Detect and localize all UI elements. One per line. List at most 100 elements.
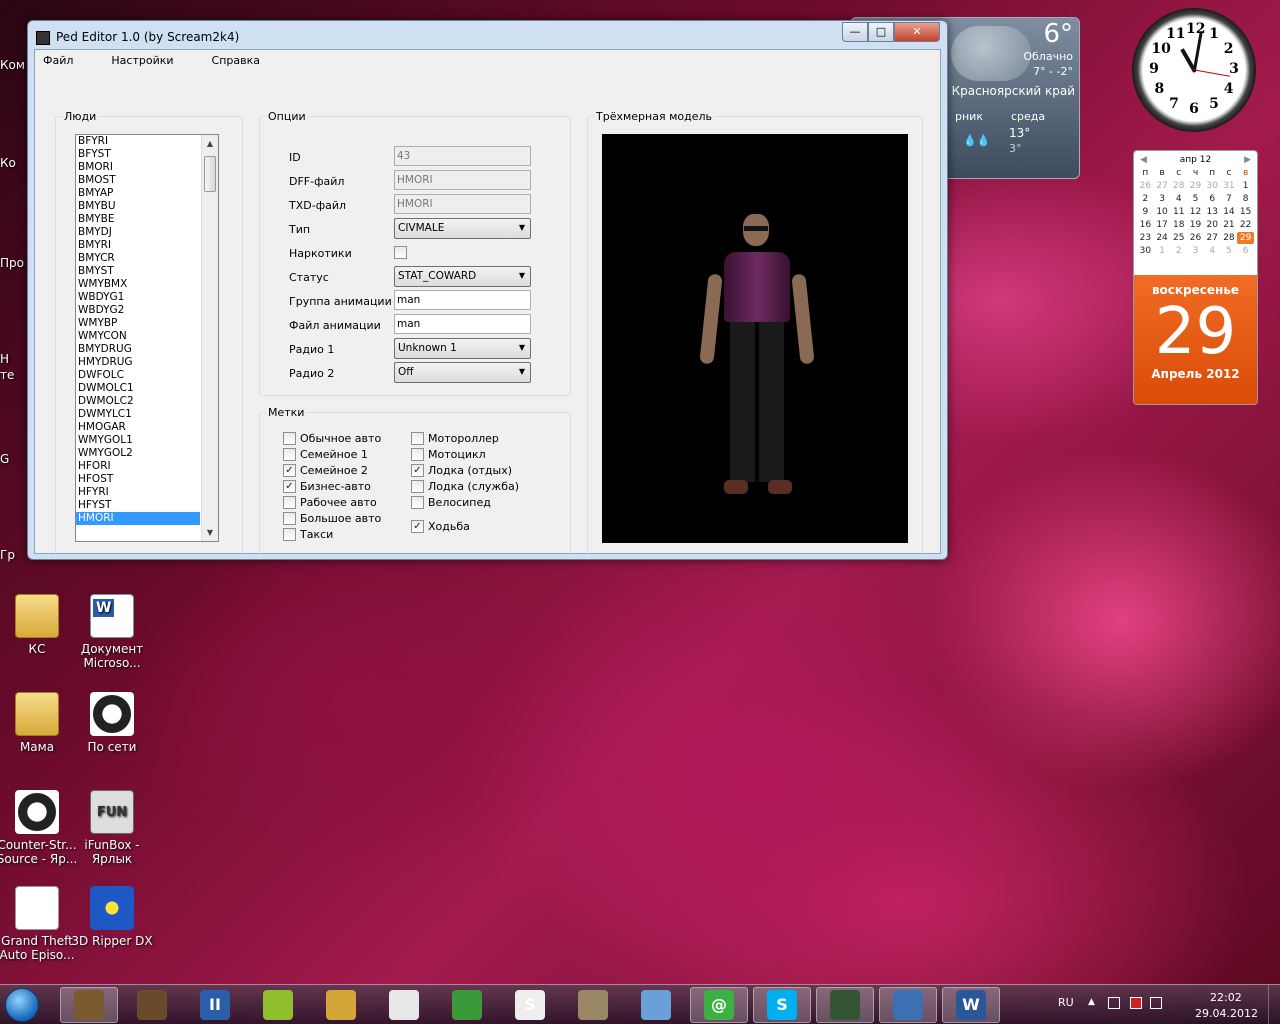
flag-checkbox[interactable]: ✓ Семейное 2 [283,464,368,477]
flag-checkbox[interactable]: Мотороллер [411,432,499,445]
calendar-day-cell[interactable]: 17 [1154,219,1171,231]
desktop-icon[interactable]: КС [0,594,78,656]
people-scrollbar[interactable]: ▲ ▼ [201,135,218,541]
people-list-item[interactable]: WBDYG1 [76,291,200,304]
txd-field[interactable]: HMORI [394,194,531,214]
people-list-item[interactable]: WMYBP [76,317,200,330]
calendar-day-cell[interactable]: 11 [1170,206,1187,218]
menu-settings[interactable]: Настройки [111,50,187,72]
flag-icon[interactable] [1130,997,1142,1009]
volume-icon[interactable] [1150,997,1162,1009]
people-listbox[interactable]: BFYRI BFYST BMORI BMOST BMYAP BMYBU BMYBE BMYDJ… [75,134,219,542]
people-list-item[interactable]: BFYST [76,148,200,161]
calendar-day-cell[interactable]: 19 [1187,219,1204,231]
calendar-day-cell[interactable]: 15 [1237,206,1254,218]
people-list-item[interactable]: HMORI [76,512,200,525]
calendar-day-cell[interactable]: 1 [1237,180,1254,192]
people-list-item[interactable]: WMYGOL1 [76,434,200,447]
people-list-item[interactable]: DWFOLC [76,369,200,382]
calendar-day-cell[interactable]: 16 [1137,219,1154,231]
taskbar-chrome-button[interactable] [438,987,496,1023]
people-list-item[interactable]: BMORI [76,161,200,174]
calendar-day-cell[interactable]: 4 [1204,245,1221,257]
calendar-gadget[interactable]: ◀ апр 12 ▶ п в с ч п с в 26 27 28 29 30 31 1 2 3 4 5 6 7 8 9 1… [1133,150,1258,405]
desktop-icon[interactable]: W Документ Microso... [71,594,153,670]
taskbar-app-s-button[interactable]: S [501,987,559,1023]
people-list-item[interactable]: HMOGAR [76,421,200,434]
taskbar-app-stack-button[interactable] [627,987,685,1023]
calendar-day-cell[interactable]: 8 [1237,193,1254,205]
id-field[interactable]: 43 [394,146,531,166]
flag-checkbox[interactable]: Рабочее авто [283,496,377,509]
people-list-item[interactable]: DWMOLC2 [76,395,200,408]
desktop-icon[interactable]: По сети [71,692,153,754]
flag-checkbox[interactable]: Большое авто [283,512,381,525]
flag-checkbox[interactable]: Семейное 1 [283,448,368,461]
people-list-item[interactable]: WMYBMX [76,278,200,291]
calendar-day-cell[interactable]: 12 [1187,206,1204,218]
people-list-item[interactable]: BMYRI [76,239,200,252]
desktop-edge-label[interactable]: Гр [0,548,28,562]
calendar-day-cell[interactable]: 29 [1237,232,1254,244]
taskbar-app-green-button[interactable] [249,987,307,1023]
clock-time[interactable]: 22:02 [1210,991,1242,1004]
taskbar-counter-strike-button[interactable] [816,986,874,1023]
calendar-day-cell[interactable]: 21 [1221,219,1238,231]
taskbar-app-orb-button[interactable] [879,986,937,1023]
menu-help[interactable]: Справка [212,50,274,72]
people-list-item[interactable]: BMOST [76,174,200,187]
language-indicator[interactable]: RU [1058,996,1074,1009]
radio1-select[interactable]: Unknown 1 ▼ [394,338,531,359]
desktop-icon[interactable]: FUN iFunBox - Ярлык [71,790,153,866]
flag-checkbox[interactable]: Лодка (служба) [411,480,519,493]
flag-checkbox[interactable]: Велосипед [411,496,491,509]
calendar-day-cell[interactable]: 6 [1237,245,1254,257]
people-list-item[interactable]: WBDYG2 [76,304,200,317]
animfile-field[interactable]: man [394,314,531,334]
scroll-up-icon[interactable]: ▲ [202,135,218,152]
calendar-day-cell[interactable]: 28 [1170,180,1187,192]
people-list-item[interactable]: BMYAP [76,187,200,200]
title-bar[interactable]: Ped Editor 1.0 (by Scream2k4) — □ ✕ [28,21,947,51]
dff-field[interactable]: HMORI [394,170,531,190]
calendar-day-cell[interactable]: 30 [1137,245,1154,257]
calendar-day-cell[interactable]: 1 [1154,245,1171,257]
taskbar-gta-sa-2-button[interactable] [123,987,181,1023]
taskbar-word-button[interactable]: W [942,986,1000,1023]
flag-checkbox[interactable]: ✓ Ходьба [411,520,470,533]
calendar-day-cell[interactable]: 18 [1170,219,1187,231]
desktop-icon[interactable]: Мама [0,692,78,754]
status-select[interactable]: STAT_COWARD ▼ [394,266,531,287]
calendar-day-cell[interactable]: 2 [1137,193,1154,205]
people-list-item[interactable]: WMYCON [76,330,200,343]
network-icon[interactable] [1108,997,1120,1009]
scroll-thumb[interactable] [204,156,216,192]
close-button[interactable]: ✕ [894,22,940,42]
people-list-item[interactable]: BMYCR [76,252,200,265]
taskbar-app-image-button[interactable] [564,987,622,1023]
people-list-item[interactable]: BMYDJ [76,226,200,239]
scroll-down-icon[interactable]: ▼ [202,524,218,541]
people-list-item[interactable]: HMYDRUG [76,356,200,369]
people-list-item[interactable]: DWMOLC1 [76,382,200,395]
desktop-edge-label[interactable]: Н [0,352,28,366]
flag-checkbox[interactable]: ✓ Лодка (отдых) [411,464,512,477]
people-list-item[interactable]: HFYRI [76,486,200,499]
desktop-edge-label[interactable]: Про [0,256,28,270]
people-list-item[interactable]: DWMYLC1 [76,408,200,421]
maximize-button[interactable]: □ [868,22,894,42]
animgroup-field[interactable]: man [394,290,531,310]
calendar-day-cell[interactable]: 30 [1204,180,1221,192]
radio2-select[interactable]: Off ▼ [394,362,531,383]
type-select[interactable]: CIVMALE ▼ [394,218,531,239]
desktop-icon[interactable]: Counter-Str... Source - Яр... [0,790,78,866]
calendar-day-cell[interactable]: 5 [1221,245,1238,257]
people-list-item[interactable]: BMYST [76,265,200,278]
desktop-icon[interactable]: Grand Theft Auto Episo... [0,886,78,962]
flag-checkbox[interactable]: Мотоцикл [411,448,486,461]
model-viewport[interactable] [602,134,908,543]
calendar-day-cell[interactable]: 26 [1187,232,1204,244]
taskbar-gta-sa-button[interactable] [60,986,118,1023]
taskbar-app-pencil-button[interactable] [312,987,370,1023]
calendar-day-cell[interactable]: 2 [1170,245,1187,257]
